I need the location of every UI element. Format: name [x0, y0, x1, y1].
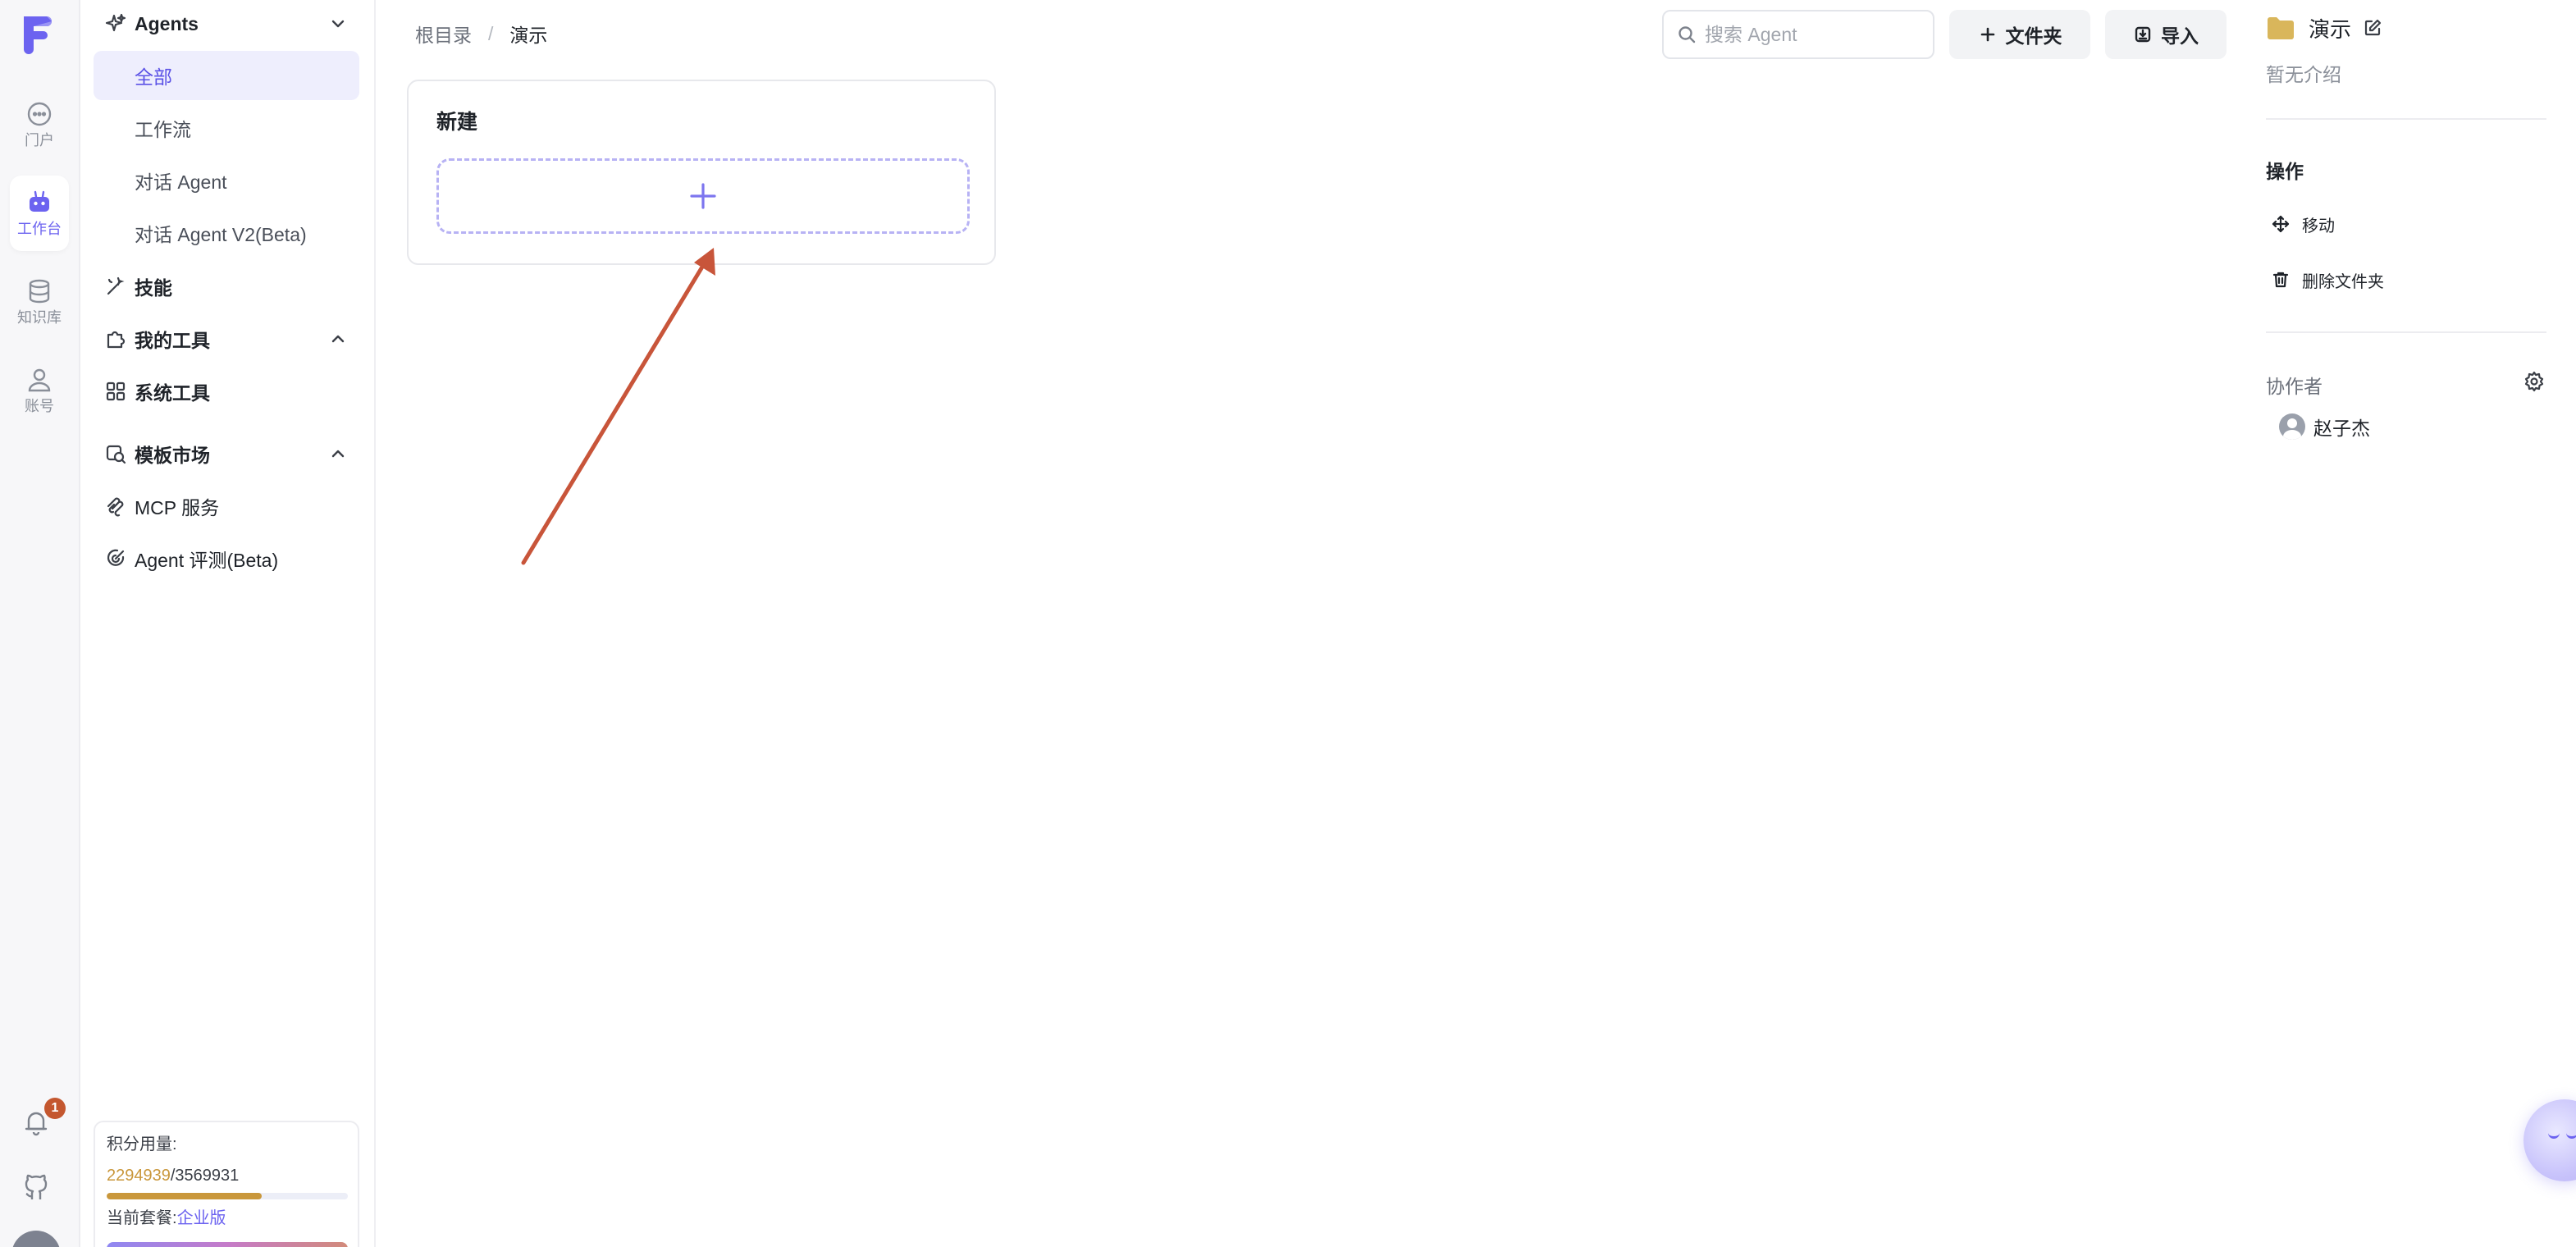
collaborator-name: 赵子杰 — [2313, 418, 2370, 439]
collaborators-title: 协作者 — [2266, 376, 2323, 397]
wand-icon — [107, 276, 125, 295]
rail-label: 门户 — [25, 132, 54, 148]
delete-folder-label: 删除文件夹 — [2302, 272, 2384, 291]
quota-total: /3569931 — [170, 1167, 240, 1185]
nav-label: 技能 — [135, 277, 172, 299]
nav-section-system-tools[interactable]: 系统工具 — [94, 368, 359, 415]
nav-section-skills[interactable]: 技能 — [94, 263, 359, 310]
database-icon — [29, 279, 50, 304]
plan-link[interactable]: 企业版 — [177, 1209, 226, 1227]
mcp-icon — [107, 497, 124, 517]
annotation-arrow-overlay — [521, 248, 715, 565]
chat-bubble-icon — [27, 102, 52, 126]
grid-icon — [106, 381, 126, 401]
folder-name: 演示 — [2309, 16, 2352, 42]
github-icon[interactable] — [21, 1173, 51, 1203]
create-agent-button[interactable] — [436, 158, 970, 234]
rail-item-account[interactable]: 账号 — [10, 353, 69, 428]
annotation-arrow-line — [521, 262, 706, 565]
divider — [2266, 118, 2546, 120]
assistant-bubble[interactable] — [2523, 1099, 2576, 1181]
quota-used: 2294939 — [107, 1167, 171, 1185]
bubble-eye — [2566, 1132, 2576, 1139]
bubble-eye — [2548, 1132, 2560, 1139]
upgrade-banner[interactable] — [107, 1242, 348, 1247]
nav-label: 系统工具 — [135, 382, 210, 404]
new-agent-card: 新建 — [407, 80, 996, 265]
breadcrumb-separator: / — [488, 22, 494, 44]
sparkle-icon — [105, 13, 126, 32]
nav-sidebar: Agents 全部 工作流 对话 Agent 对话 Agent V2(Beta)… — [80, 0, 376, 1247]
target-icon — [107, 549, 125, 566]
notification-badge: 1 — [44, 1098, 66, 1119]
delete-folder-action[interactable]: 删除文件夹 — [2271, 267, 2384, 292]
nav-section-agents[interactable]: Agents — [94, 0, 359, 48]
rail-label: 工作台 — [17, 221, 62, 237]
trash-icon — [2272, 272, 2289, 288]
divider — [2266, 331, 2546, 333]
chevron-up-icon — [331, 335, 345, 343]
store-icon — [106, 445, 126, 464]
move-icon — [2272, 215, 2290, 233]
quota-panel: 积分用量: 2294939/3569931 当前套餐:企业版 — [94, 1121, 359, 1247]
robot-icon — [30, 190, 49, 212]
new-folder-button[interactable]: 文件夹 — [1949, 10, 2090, 59]
app-logo-icon[interactable] — [19, 13, 55, 54]
nav-label: 我的工具 — [135, 330, 210, 351]
icon-rail: 门户 工作台 知识库 账号 1 — [0, 0, 80, 1247]
quota-title: 积分用量: — [107, 1135, 177, 1153]
nav-item-mcp[interactable]: MCP 服务 — [94, 482, 359, 530]
move-label: 移动 — [2302, 217, 2335, 235]
nav-label: Agents — [135, 12, 199, 34]
edit-icon[interactable] — [2363, 18, 2382, 38]
nav-section-my-tools[interactable]: 我的工具 — [94, 315, 359, 363]
user-avatar[interactable] — [11, 1231, 61, 1247]
folder-header: 演示 — [2266, 11, 2382, 44]
nav-label: 模板市场 — [135, 445, 210, 466]
nav-section-template-market[interactable]: 模板市场 — [94, 430, 359, 477]
plan-label: 当前套餐: — [107, 1209, 177, 1227]
search-box[interactable] — [1662, 10, 1934, 59]
nav-item-chat-agent[interactable]: 对话 Agent — [94, 156, 359, 205]
quota-numbers: 2294939/3569931 — [107, 1165, 346, 1186]
quota-progress-bar — [107, 1193, 348, 1199]
nav-item-chat-agent-v2[interactable]: 对话 Agent V2(Beta) — [94, 208, 359, 258]
plus-icon — [1980, 27, 1994, 42]
breadcrumb: 根目录 / 演示 — [415, 20, 548, 48]
import-icon — [2135, 26, 2151, 43]
folder-description: 暂无介绍 — [2266, 64, 2341, 85]
folder-icon — [2268, 17, 2294, 39]
plus-icon — [690, 183, 716, 209]
nav-item-all[interactable]: 全部 — [94, 51, 359, 100]
rail-label: 账号 — [25, 398, 54, 414]
chevron-up-icon — [331, 450, 345, 458]
plan-row: 当前套餐:企业版 — [107, 1208, 346, 1229]
user-icon — [28, 368, 51, 392]
chevron-down-icon — [331, 20, 345, 28]
card-title: 新建 — [436, 111, 478, 134]
operations-title: 操作 — [2266, 161, 2304, 182]
breadcrumb-current: 演示 — [509, 25, 548, 46]
nav-label: MCP 服务 — [135, 497, 220, 518]
rail-item-portal[interactable]: 门户 — [10, 87, 69, 162]
search-input[interactable] — [1705, 23, 1918, 46]
search-icon — [1679, 26, 1696, 43]
puzzle-icon — [107, 331, 126, 349]
quota-progress-fill — [107, 1193, 263, 1199]
gear-icon[interactable] — [2523, 371, 2545, 392]
nav-label: Agent 评测(Beta) — [135, 550, 279, 571]
rail-item-workbench[interactable]: 工作台 — [10, 176, 69, 251]
collaborator-avatar — [2279, 413, 2305, 440]
nav-item-workflow[interactable]: 工作流 — [94, 103, 359, 153]
import-button[interactable]: 导入 — [2105, 10, 2227, 59]
collaborator-item: 赵子杰 — [2279, 412, 2370, 441]
import-label: 导入 — [2161, 25, 2199, 47]
rail-item-knowledge-base[interactable]: 知识库 — [10, 264, 69, 340]
breadcrumb-root[interactable]: 根目录 — [415, 20, 472, 48]
nav-item-agent-evaluation[interactable]: Agent 评测(Beta) — [94, 535, 359, 582]
new-folder-label: 文件夹 — [2005, 25, 2062, 47]
move-action[interactable]: 移动 — [2271, 212, 2335, 236]
rail-label: 知识库 — [17, 309, 62, 326]
